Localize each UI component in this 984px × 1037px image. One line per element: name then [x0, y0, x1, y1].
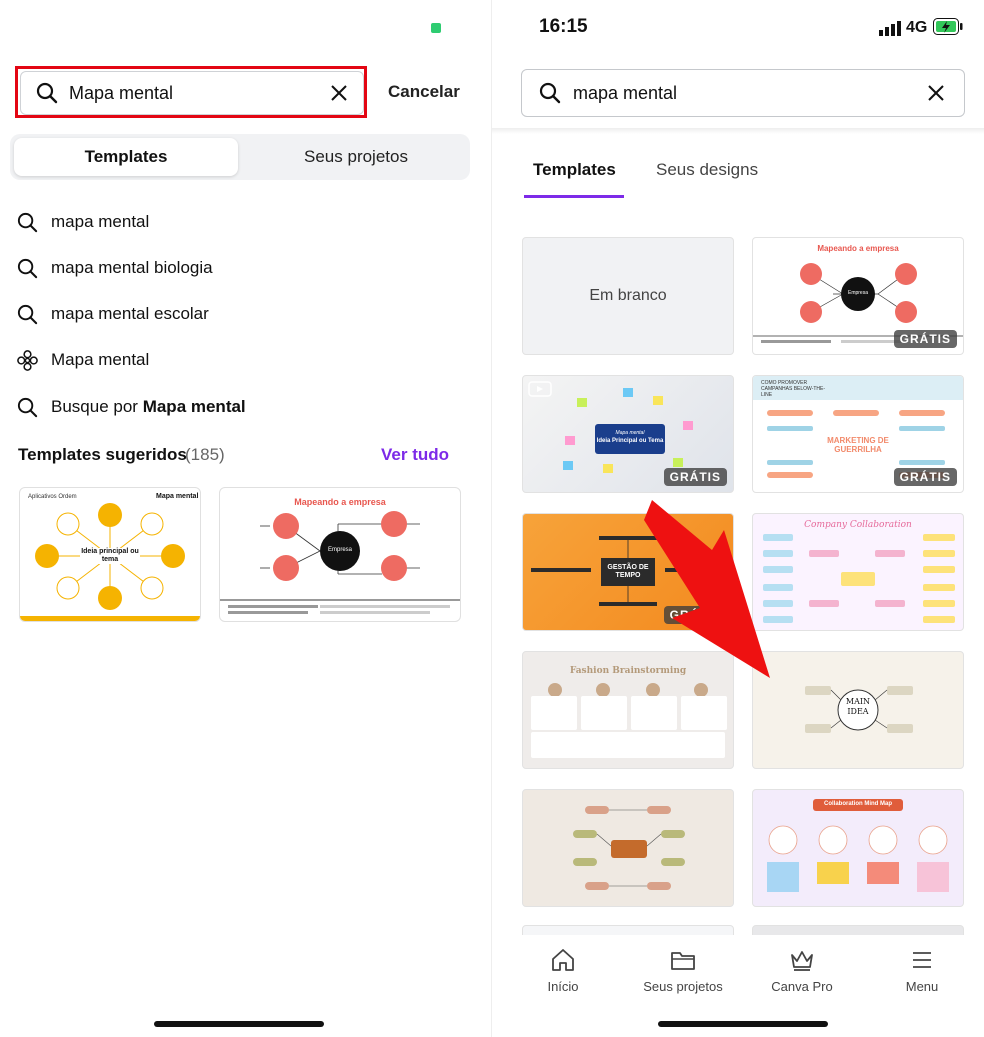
search-field[interactable]: mapa mental	[521, 69, 965, 117]
template-card[interactable]: Company Collaboration	[752, 513, 964, 631]
cancel-button[interactable]: Cancelar	[388, 82, 460, 102]
search-field[interactable]: Mapa mental	[20, 71, 364, 115]
header-shadow	[492, 128, 984, 134]
right-screen: 16:15 4G mapa mental Templates Seus desi…	[492, 0, 984, 1037]
search-icon	[17, 258, 38, 278]
mindmap-graphic	[220, 511, 460, 614]
card-graphic	[767, 825, 949, 892]
flower-icon	[17, 349, 38, 371]
tab-templates[interactable]: Templates	[533, 160, 616, 180]
suggestion-label: mapa mental biologia	[51, 258, 213, 277]
menu-icon	[913, 952, 931, 968]
tab-designs[interactable]: Seus designs	[656, 160, 758, 180]
tab-bar: Templates Seus projetos	[10, 134, 470, 180]
nav-home[interactable]: Início	[513, 947, 613, 994]
nav-label: Início	[547, 979, 579, 994]
template-card[interactable]	[522, 789, 734, 907]
template-card[interactable]: MAIN IDEA	[752, 651, 964, 769]
suggested-count: (185)	[185, 445, 225, 464]
battery-icon	[933, 18, 963, 35]
status-indicator	[431, 23, 441, 33]
search-for-item[interactable]: Busque por Mapa mental	[16, 392, 246, 422]
blank-label: Em branco	[589, 287, 667, 304]
card-graphic	[763, 534, 955, 623]
template-card[interactable]: Collaboration Mind Map	[752, 789, 964, 907]
network-label: 4G	[906, 19, 928, 36]
nav-label: Canva Pro	[771, 979, 833, 994]
card-subtitle: Mapa mental	[615, 430, 645, 436]
template-card[interactable]: COMO PROMOVER CAMPANHAS BELOW-THE-LINE M…	[752, 375, 964, 493]
card-graphic	[573, 806, 685, 890]
card-title: MAIN IDEA	[845, 697, 871, 716]
suggestion-item[interactable]: Mapa mental	[16, 345, 149, 375]
search-icon	[36, 82, 58, 104]
card-center: Empresa	[847, 290, 868, 296]
nav-label: Menu	[905, 979, 939, 994]
home-icon	[552, 949, 574, 971]
search-icon	[539, 82, 561, 104]
suggested-templates-title: Templates sugeridos	[18, 445, 187, 464]
nav-canva-pro[interactable]: Canva Pro	[752, 947, 852, 994]
suggestion-label: Mapa mental	[51, 350, 150, 369]
free-badge: GRÁTIS	[663, 468, 727, 486]
close-icon[interactable]	[329, 83, 349, 103]
nav-label: Seus projetos	[643, 979, 723, 994]
tab-templates[interactable]: Templates	[14, 138, 238, 176]
card-title: Ideia Principal ou Tema	[596, 438, 664, 444]
search-for-prefix: Busque por	[51, 397, 143, 416]
home-indicator	[154, 1021, 324, 1027]
suggestion-item[interactable]: mapa mental escolar	[16, 299, 209, 329]
free-badge: GRÁTIS	[893, 468, 957, 486]
search-input[interactable]: mapa mental	[573, 83, 677, 104]
status-time: 16:15	[539, 16, 588, 37]
arrow-overlay	[644, 500, 770, 678]
template-thumbnail[interactable]: Aplicativos Ordem Mapa mental Ideia prin…	[19, 487, 201, 622]
thumb-center: Ideia principal ou tema	[80, 548, 140, 564]
nav-projects[interactable]: Seus projetos	[633, 947, 733, 994]
search-icon	[17, 212, 38, 232]
see-all-link[interactable]: Ver tudo	[381, 445, 449, 465]
template-card[interactable]: Mapeando a empresa Empresa GRÁTIS	[752, 237, 964, 355]
left-screen: Mapa mental Cancelar Templates Seus proj…	[0, 0, 492, 1037]
template-card[interactable]: Mapa mental Ideia Principal ou Tema GRÁT…	[522, 375, 734, 493]
card-title: MARKETING DE GUERRILHA	[827, 436, 889, 454]
suggestion-item[interactable]: mapa mental biologia	[16, 253, 213, 283]
folder-icon	[671, 952, 695, 970]
nav-menu[interactable]: Menu	[872, 947, 972, 994]
signal-icon	[879, 21, 901, 36]
search-icon	[17, 304, 38, 324]
crown-icon	[791, 951, 813, 971]
blank-template-card[interactable]: Em branco	[522, 237, 734, 355]
search-for-term: Mapa mental	[142, 397, 246, 416]
search-icon	[17, 397, 38, 417]
suggestion-label: mapa mental	[51, 212, 150, 231]
free-badge: GRÁTIS	[893, 330, 957, 348]
template-thumbnail[interactable]: Mapeando a empresa Empresa	[219, 487, 461, 622]
suggestion-label: mapa mental escolar	[51, 304, 209, 323]
thumb-center: Empresa	[327, 547, 352, 553]
search-input[interactable]: Mapa mental	[69, 83, 173, 104]
tab-projects[interactable]: Seus projetos	[246, 138, 466, 176]
suggestion-item[interactable]: mapa mental	[16, 207, 149, 237]
tab-underline	[524, 195, 624, 198]
home-indicator	[658, 1021, 828, 1027]
close-icon[interactable]	[926, 83, 946, 103]
